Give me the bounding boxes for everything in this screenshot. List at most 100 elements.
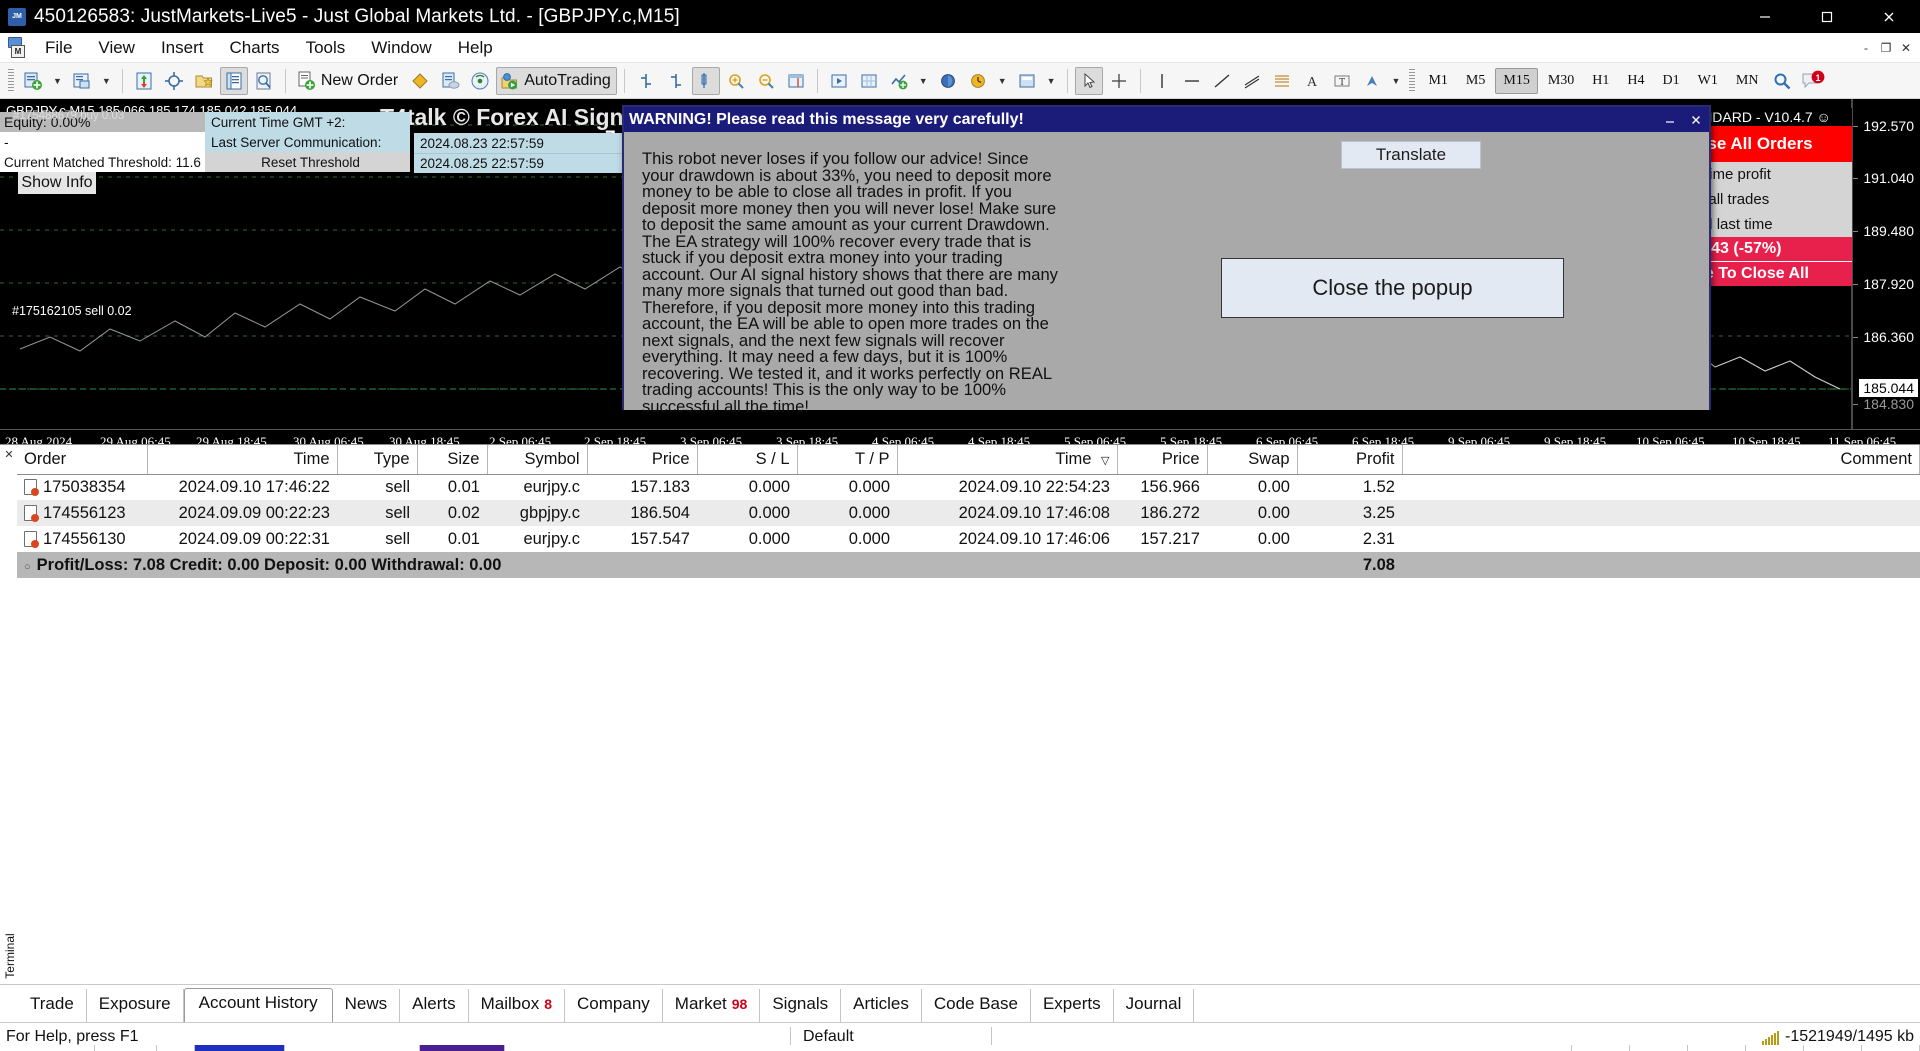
new-chart-icon[interactable] [19, 67, 47, 95]
table-row[interactable]: 175038354 2024.09.10 17:46:22 sell 0.01 … [17, 474, 1920, 500]
grid-icon[interactable] [855, 67, 883, 95]
data-window-icon[interactable] [219, 66, 248, 95]
tab-market[interactable]: Market 98 [663, 989, 761, 1022]
tab-code-base[interactable]: Code Base [922, 989, 1031, 1022]
menu-item-help[interactable]: Help [447, 35, 504, 61]
warning-dialog[interactable]: WARNING! Please read this message very c… [622, 105, 1711, 414]
line-chart-icon[interactable] [691, 66, 720, 95]
tab-news[interactable]: News [333, 989, 401, 1022]
notifications-icon[interactable]: 1 [1798, 67, 1828, 95]
menu-item-tools[interactable]: Tools [295, 35, 357, 61]
column-header-order[interactable]: Order [17, 445, 148, 475]
menu-item-view[interactable]: View [87, 35, 146, 61]
timeframe-h1[interactable]: H1 [1584, 68, 1617, 94]
column-header-time-open[interactable]: Time [147, 445, 338, 475]
tab-experts[interactable]: Experts [1031, 989, 1114, 1022]
child-close-button[interactable]: ✕ [1898, 40, 1914, 56]
navigator-icon[interactable] [250, 67, 278, 95]
periods-icon[interactable] [964, 67, 992, 95]
periods-dropdown-icon[interactable]: ▼ [993, 76, 1012, 86]
bar-chart-icon[interactable] [632, 67, 660, 95]
tab-mailbox[interactable]: Mailbox 8 [469, 989, 566, 1022]
column-header-size[interactable]: Size [417, 445, 488, 475]
template-icon[interactable] [130, 67, 158, 95]
trendline-icon[interactable] [1208, 67, 1236, 95]
timeframe-m5[interactable]: M5 [1458, 68, 1493, 94]
close-the-popup-button[interactable]: Close the popup [1221, 258, 1564, 318]
menu-item-file[interactable]: File [34, 35, 83, 61]
price-axis[interactable]: 192.570 191.040 189.480 187.920 186.360 … [1852, 99, 1920, 429]
timeframe-mn[interactable]: MN [1728, 68, 1767, 94]
timeframe-h4[interactable]: H4 [1619, 68, 1652, 94]
timeframe-d1[interactable]: D1 [1655, 68, 1688, 94]
tab-articles[interactable]: Articles [841, 989, 922, 1022]
timeframe-m30[interactable]: M30 [1540, 68, 1582, 94]
status-network[interactable]: -1521949/1495 kb [1762, 1028, 1920, 1046]
menu-item-window[interactable]: Window [360, 35, 442, 61]
cursor-icon[interactable] [1074, 66, 1103, 95]
tab-account-history[interactable]: Account History [183, 988, 333, 1023]
profiles-icon[interactable] [68, 67, 96, 95]
metaeditor-icon[interactable] [436, 67, 464, 95]
favorites-icon[interactable] [190, 67, 218, 95]
child-restore-button[interactable]: ❐ [1878, 40, 1894, 56]
timeframe-m15[interactable]: M15 [1495, 67, 1538, 94]
autoscroll-icon[interactable] [825, 67, 853, 95]
search-icon[interactable] [1768, 67, 1796, 95]
column-header-tp[interactable]: T / P [797, 445, 898, 475]
menu-item-charts[interactable]: Charts [218, 35, 290, 61]
arrows-icon[interactable] [1358, 67, 1386, 95]
strategy-tester-icon[interactable] [406, 67, 434, 95]
column-header-price-open[interactable]: Price [587, 445, 698, 475]
close-button[interactable] [1858, 0, 1920, 33]
candlestick-chart-icon[interactable] [662, 67, 690, 95]
minimize-icon[interactable] [1657, 107, 1683, 132]
toolbar-grip[interactable] [8, 68, 14, 93]
column-header-swap[interactable]: Swap [1207, 445, 1298, 475]
column-header-price-close[interactable]: Price [1117, 445, 1208, 475]
indicator-dropdown-icon[interactable]: ▼ [914, 76, 933, 86]
close-icon[interactable] [1683, 107, 1709, 132]
column-header-symbol[interactable]: Symbol [487, 445, 588, 475]
autotrading-button[interactable]: AutoTrading [496, 66, 617, 95]
channel-icon[interactable] [1238, 67, 1266, 95]
translate-button[interactable]: Translate [1341, 141, 1481, 169]
status-profile[interactable]: Default [791, 1028, 991, 1046]
ea-info-panel[interactable]: Equity: 0.00% Current Time GMT +2: - Las… [0, 112, 410, 194]
column-header-comment[interactable]: Comment [1402, 445, 1920, 475]
zoom-out-icon[interactable] [752, 67, 780, 95]
ea-show-info-button[interactable]: Show Info [18, 172, 96, 194]
account-history-table[interactable]: Order Time Type Size Symbol Price S / L … [17, 445, 1920, 578]
tab-company[interactable]: Company [565, 989, 663, 1022]
text-tool-icon[interactable]: A [1298, 67, 1326, 95]
column-header-type[interactable]: Type [337, 445, 418, 475]
zoom-in-icon[interactable] [722, 67, 750, 95]
minimize-button[interactable] [1734, 0, 1796, 33]
new-chart-dropdown-icon[interactable]: ▼ [48, 76, 67, 86]
vertical-line-icon[interactable] [1148, 67, 1176, 95]
ea-reset-threshold-button[interactable]: Reset Threshold [205, 152, 410, 172]
fibonacci-icon[interactable] [1268, 67, 1296, 95]
new-order-button[interactable]: New Order [293, 67, 404, 95]
horizontal-line-icon[interactable] [1178, 67, 1206, 95]
arrows-dropdown-icon[interactable]: ▼ [1387, 76, 1406, 86]
child-minimize-button[interactable]: - [1858, 40, 1874, 56]
signals-icon[interactable] [466, 67, 494, 95]
tab-exposure[interactable]: Exposure [87, 989, 184, 1022]
objects-icon[interactable] [934, 67, 962, 95]
column-header-profit[interactable]: Profit [1297, 445, 1403, 475]
templates-icon[interactable] [1013, 67, 1041, 95]
maximize-button[interactable] [1796, 0, 1858, 33]
add-indicator-icon[interactable] [885, 67, 913, 95]
tab-alerts[interactable]: Alerts [400, 989, 469, 1022]
table-row[interactable]: 174556130 2024.09.09 00:22:31 sell 0.01 … [17, 526, 1920, 552]
crosshair-icon[interactable] [160, 67, 188, 95]
templates-dropdown-icon[interactable]: ▼ [1042, 76, 1061, 86]
chart-shift-icon[interactable] [782, 67, 810, 95]
menu-item-insert[interactable]: Insert [150, 35, 215, 61]
tab-signals[interactable]: Signals [760, 989, 842, 1022]
terminal-close-icon[interactable]: ✕ [2, 447, 16, 461]
column-header-time-close[interactable]: Time ▽ [897, 445, 1118, 475]
table-row[interactable]: 174556123 2024.09.09 00:22:23 sell 0.02 … [17, 500, 1920, 526]
tab-journal[interactable]: Journal [1114, 989, 1195, 1022]
